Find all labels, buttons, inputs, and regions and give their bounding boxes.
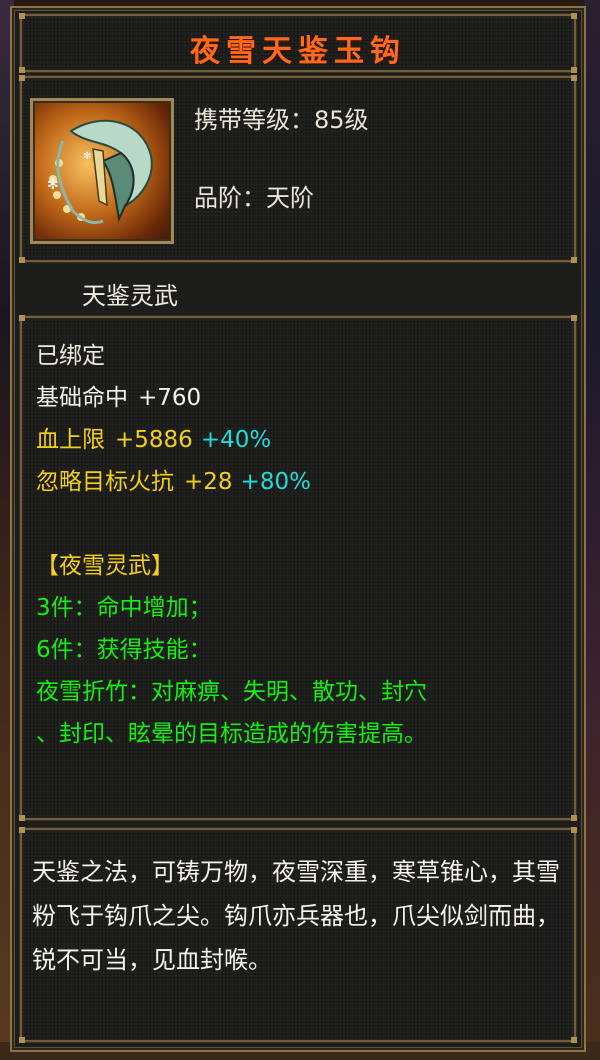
item-category: 天鉴灵武 — [82, 282, 178, 310]
item-title: 夜雪天鉴玉钩 — [190, 34, 406, 69]
set-bonus-6: 6件：获得技能： — [36, 637, 212, 663]
stat-fire-value: +28 — [184, 469, 233, 495]
item-grade: 品阶：天阶 — [194, 184, 314, 212]
stat-ignore-fire-resist: 忽略目标火抗 +28 +80% — [36, 462, 311, 496]
stat-fire-bonus: +80% — [240, 469, 311, 495]
stat-fire-label: 忽略目标火抗 — [36, 469, 174, 495]
stat-hit-value: +760 — [138, 385, 202, 411]
bound-status: 已绑定 — [36, 343, 105, 369]
set-name: 【夜雪灵武】 — [36, 553, 174, 579]
description-panel: 天鉴之法，可铸万物，夜雪深重，寒草锥心，其雪粉飞于钩爪之尖。钩爪亦兵器也，爪尖似… — [19, 827, 577, 1043]
stat-hit-label: 基础命中 — [36, 385, 128, 411]
item-header-panel: ✻ ✻ 携带等级：85级 品阶：天阶 — [19, 75, 577, 263]
tooltip-title-bar: 夜雪天鉴玉钩 — [19, 13, 577, 73]
stat-hp-value: +5886 — [115, 427, 193, 453]
item-tooltip: 夜雪天鉴玉钩 ✻ ✻ 携带等级：85级 品阶：天阶 天鉴灵武 已绑定 基础命中 … — [10, 6, 586, 1052]
set-bonus-3: 3件：命中增加； — [36, 595, 212, 621]
set-skill-line-2: 、封印、眩晕的目标造成的伤害提高。 — [36, 721, 427, 747]
carry-level: 携带等级：85级 — [194, 106, 369, 134]
jade-hook-claw-weapon-icon[interactable]: ✻ ✻ — [30, 98, 174, 244]
stat-hp-bonus: +40% — [200, 427, 272, 453]
stat-hp: 血上限 +5886 +40% — [36, 420, 271, 454]
stat-hit: 基础命中 +760 — [36, 378, 201, 412]
stats-panel: 已绑定 基础命中 +760 血上限 +5886 +40% 忽略目标火抗 +28 +80% … — [19, 315, 577, 821]
background-edge-right — [584, 0, 600, 1060]
set-skill-line-1: 夜雪折竹：对麻痹、失明、散功、封穴 — [36, 679, 427, 705]
stat-hp-label: 血上限 — [36, 427, 105, 453]
svg-text:✻: ✻ — [83, 151, 91, 162]
item-description: 天鉴之法，可铸万物，夜雪深重，寒草锥心，其雪粉飞于钩爪之尖。钩爪亦兵器也，爪尖似… — [32, 858, 560, 974]
svg-text:✻: ✻ — [47, 177, 59, 193]
